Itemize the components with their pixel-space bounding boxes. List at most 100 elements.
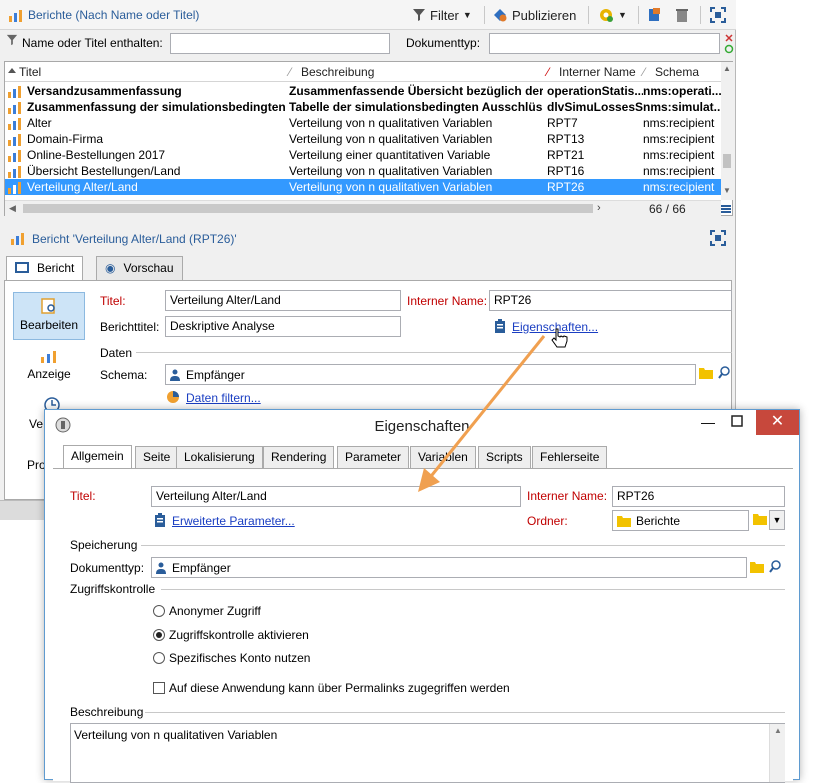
- row-title: Zusammenfassung der simulationsbedingten…: [27, 100, 289, 114]
- row-description: Verteilung einer quantitativen Variable: [289, 148, 491, 162]
- doctype-value: Empfänger: [172, 560, 231, 575]
- table-row[interactable]: Versandzusammenfassung Zusammenfassende …: [5, 83, 721, 99]
- tab-preview[interactable]: ◉ Vorschau: [96, 256, 183, 280]
- tab-page[interactable]: Seite: [135, 446, 179, 468]
- list-menu-icon[interactable]: [721, 203, 731, 217]
- internal-name-input[interactable]: RPT26: [489, 290, 732, 311]
- row-schema: nms:recipient: [643, 164, 715, 178]
- toolbar-separator: [588, 6, 589, 24]
- horizontal-scrollbar[interactable]: ◀ › 66 / 66: [5, 200, 731, 216]
- radio-button[interactable]: [153, 605, 165, 617]
- column-header-title[interactable]: Titel: [19, 65, 41, 79]
- import-icon[interactable]: [646, 7, 662, 26]
- publish-label: Publizieren: [512, 7, 577, 23]
- dialog-internal-name-input[interactable]: RPT26: [612, 486, 785, 507]
- minimize-icon[interactable]: —: [701, 414, 717, 430]
- toolbar-separator: [638, 6, 639, 24]
- row-internal-name: RPT21: [547, 148, 585, 162]
- edit-icon: [41, 298, 55, 314]
- search-icon[interactable]: [769, 560, 781, 577]
- scroll-thumb[interactable]: [23, 204, 593, 213]
- table-row-selected[interactable]: Verteilung Alter/Land Verteilung von n q…: [5, 179, 721, 195]
- scroll-left-icon[interactable]: ◀: [9, 203, 16, 214]
- radio-specific-account[interactable]: Spezifisches Konto nutzen: [153, 651, 310, 665]
- side-item-properties-label: Pro: [27, 458, 46, 472]
- row-description: Verteilung von n qualitativen Variablen: [289, 180, 493, 194]
- scroll-down-icon[interactable]: ▼: [723, 186, 731, 195]
- radio-enable-access-control[interactable]: Zugriffskontrolle aktivieren: [153, 628, 309, 642]
- table-row[interactable]: Online-Bestellungen 2017 Verteilung eine…: [5, 147, 721, 163]
- column-header-internal-name[interactable]: Interner Name: [559, 65, 636, 79]
- chevron-down-icon: ▼: [462, 10, 472, 20]
- row-count: 66 / 66: [649, 202, 686, 216]
- funnel-icon: [6, 34, 18, 46]
- advanced-parameters-link[interactable]: Erweiterte Parameter...: [172, 514, 295, 528]
- detail-header: Bericht 'Verteilung Alter/Land (RPT26)': [0, 226, 736, 252]
- scroll-up-icon[interactable]: ▲: [774, 726, 782, 735]
- window-restore-icon[interactable]: [731, 415, 743, 430]
- filter-button[interactable]: Filter ▼: [412, 5, 472, 25]
- tab-rendering[interactable]: Rendering: [263, 446, 335, 468]
- clear-filter-icon[interactable]: [724, 31, 734, 58]
- doctype-input[interactable]: Empfänger: [151, 557, 747, 578]
- report-title-input[interactable]: Deskriptive Analyse: [165, 316, 401, 337]
- title-input[interactable]: Verteilung Alter/Land: [165, 290, 401, 311]
- scroll-right-icon[interactable]: ›: [597, 202, 601, 214]
- folder-icon[interactable]: [699, 367, 713, 382]
- checkbox[interactable]: [153, 682, 165, 694]
- tab-preview-label: Vorschau: [123, 261, 174, 275]
- tab-general[interactable]: Allgemein: [63, 445, 132, 468]
- search-icon[interactable]: [718, 366, 730, 383]
- table-row[interactable]: Zusammenfassung der simulationsbedingten…: [5, 99, 721, 115]
- close-button[interactable]: ✕: [756, 410, 799, 435]
- folder-icon[interactable]: [750, 561, 764, 576]
- sort-up-icon: [7, 65, 17, 80]
- maximize-icon[interactable]: [710, 230, 726, 249]
- side-item-display-label: Anzeige: [27, 367, 71, 381]
- folder-icon[interactable]: [753, 513, 767, 528]
- table-row[interactable]: Domain-Firma Verteilung von n qualitativ…: [5, 131, 721, 147]
- radio-button[interactable]: [153, 652, 165, 664]
- side-item-edit[interactable]: Bearbeiten: [13, 292, 85, 340]
- column-header-description[interactable]: Beschreibung: [301, 65, 374, 79]
- folder-dropdown-button[interactable]: ▼: [769, 510, 785, 530]
- permalink-checkbox[interactable]: Auf diese Anwendung kann über Permalinks…: [153, 681, 510, 695]
- vertical-scrollbar[interactable]: ▲ ▼: [721, 62, 733, 200]
- trash-icon[interactable]: [674, 7, 690, 26]
- gear-icon: [600, 9, 613, 22]
- table-row[interactable]: Übersicht Bestellungen/Land Verteilung v…: [5, 163, 721, 179]
- dialog-title-label: Titel:: [70, 489, 96, 503]
- tab-report[interactable]: Bericht: [6, 256, 84, 281]
- row-title: Verteilung Alter/Land: [27, 180, 138, 194]
- clipboard-icon: [153, 513, 167, 530]
- row-internal-name: RPT16: [547, 164, 585, 178]
- scroll-thumb[interactable]: [723, 154, 731, 168]
- actions-button[interactable]: ▼: [598, 5, 627, 25]
- radio-anonymous[interactable]: Anonymer Zugriff: [153, 604, 261, 618]
- maximize-icon[interactable]: [710, 7, 726, 26]
- doctype-filter-input[interactable]: [489, 33, 720, 54]
- eye-icon: ◉: [105, 261, 116, 275]
- name-filter-input[interactable]: [170, 33, 390, 54]
- row-description: Verteilung von n qualitativen Variablen: [289, 116, 493, 130]
- column-header-schema[interactable]: Schema: [655, 65, 699, 79]
- tab-localization[interactable]: Lokalisierung: [176, 446, 263, 468]
- schema-value: Empfänger: [186, 367, 245, 382]
- filter-data-link[interactable]: Daten filtern...: [186, 391, 261, 405]
- chevron-down-icon: ▼: [772, 515, 782, 525]
- general-panel: Titel: Verteilung Alter/Land Interner Na…: [53, 468, 793, 783]
- column-divider-icon: ⁄: [643, 65, 646, 79]
- tab-parameters[interactable]: Parameter: [337, 446, 410, 468]
- vertical-scrollbar[interactable]: ▲: [769, 724, 785, 782]
- folder-input[interactable]: Berichte: [612, 510, 749, 531]
- toolbar-separator: [484, 6, 485, 24]
- column-divider-icon: ⁄: [547, 65, 550, 79]
- description-textarea[interactable]: Verteilung von n qualitativen Variablen …: [70, 723, 785, 783]
- side-item-display[interactable]: Anzeige: [13, 344, 85, 392]
- row-title: Online-Bestellungen 2017: [27, 148, 166, 162]
- publish-button[interactable]: Publizieren: [492, 5, 576, 25]
- row-title: Alter: [27, 116, 52, 130]
- radio-button-selected[interactable]: [153, 629, 165, 641]
- table-row[interactable]: Alter Verteilung von n qualitativen Vari…: [5, 115, 721, 131]
- scroll-up-icon[interactable]: ▲: [723, 64, 731, 73]
